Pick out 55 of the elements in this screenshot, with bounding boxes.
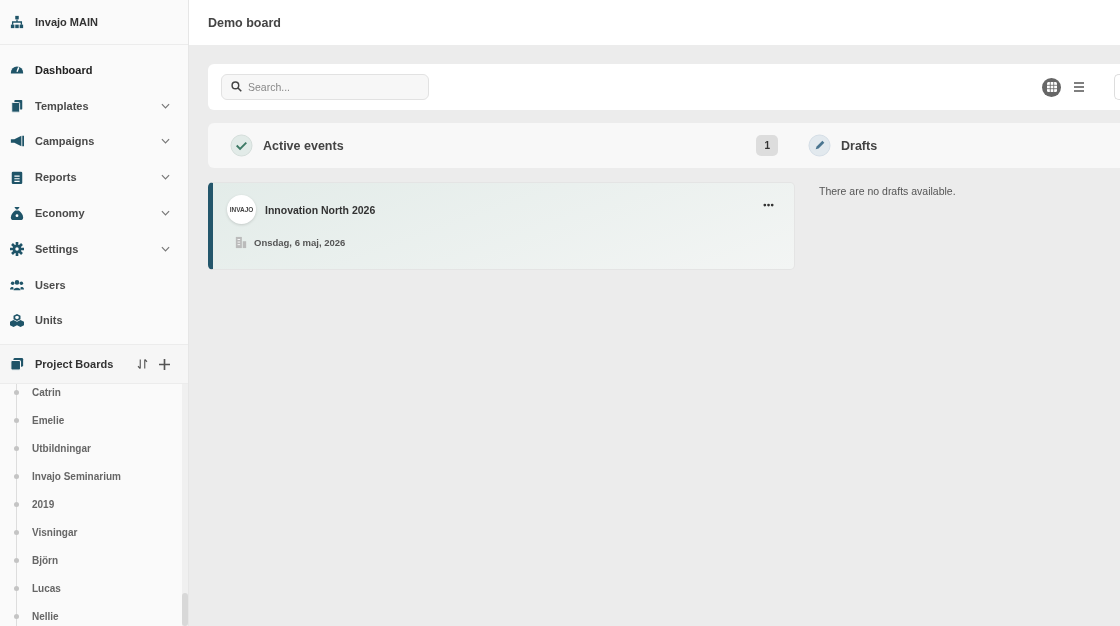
bullet-icon — [14, 557, 19, 563]
bullet-icon — [14, 473, 19, 479]
nav-item[interactable]: Units — [0, 302, 188, 339]
search-field[interactable]: Search... — [221, 74, 429, 100]
grid-view-button[interactable] — [1042, 77, 1061, 97]
clipboard-icon — [10, 170, 24, 185]
settings-icon — [10, 241, 24, 256]
count-badge: 1 — [756, 135, 778, 156]
bullet-icon — [14, 613, 19, 619]
more-icon[interactable] — [763, 203, 774, 207]
board-link[interactable]: Björn — [32, 554, 59, 566]
board-link[interactable]: 2019 — [32, 498, 55, 510]
money-bag-icon — [10, 206, 24, 221]
megaphone-icon — [10, 134, 24, 149]
users-icon — [10, 277, 24, 292]
board-link[interactable]: Emelie — [32, 414, 65, 426]
check-icon — [230, 134, 253, 157]
bullet-icon — [14, 585, 19, 591]
nav-item[interactable]: Campaigns — [0, 123, 188, 160]
menu-icon — [1073, 82, 1084, 92]
boards-icon — [10, 357, 24, 372]
column-title: Drafts — [841, 138, 879, 153]
nav-item[interactable]: Settings — [0, 231, 188, 267]
bullet-icon — [14, 501, 19, 507]
column-title: Active events — [263, 138, 345, 153]
building-icon — [235, 236, 247, 249]
documents-icon — [10, 98, 24, 113]
empty-message: There are no drafts available. — [819, 185, 957, 197]
board-link[interactable]: Nellie — [32, 610, 59, 622]
bullet-icon — [14, 445, 19, 451]
pencil-icon — [808, 134, 831, 157]
add-icon[interactable] — [159, 358, 170, 370]
board-link[interactable]: Lucas — [32, 582, 61, 594]
cubes-icon — [10, 313, 24, 328]
nav-item[interactable]: Users — [0, 266, 188, 303]
board-link[interactable]: Utbildningar — [32, 442, 91, 454]
page-title: Demo board — [208, 15, 281, 30]
nav-item[interactable]: Economy — [0, 195, 188, 231]
sitemap-icon — [10, 15, 24, 29]
nav-item[interactable]: Reports — [0, 159, 188, 196]
bullet-icon — [14, 389, 19, 395]
board-link[interactable]: Visningar — [32, 526, 78, 538]
event-date: Onsdag, 6 maj, 2026 — [254, 237, 346, 248]
bullet-icon — [14, 417, 19, 423]
sort-icon[interactable] — [137, 358, 148, 371]
bullet-icon — [14, 529, 19, 535]
nav-item[interactable]: Templates — [0, 87, 188, 124]
board-link[interactable]: Catrin — [32, 386, 61, 398]
scrollbar-thumb[interactable] — [182, 593, 188, 626]
event-title: Innovation North 2026 — [265, 203, 376, 216]
grid-icon — [1046, 82, 1057, 92]
brand-name: Invajo MAIN — [35, 16, 98, 28]
section-title: Project Boards — [35, 358, 115, 371]
board-link[interactable]: Invajo Seminarium — [32, 470, 121, 482]
nav-item[interactable]: Dashboard — [0, 52, 188, 88]
